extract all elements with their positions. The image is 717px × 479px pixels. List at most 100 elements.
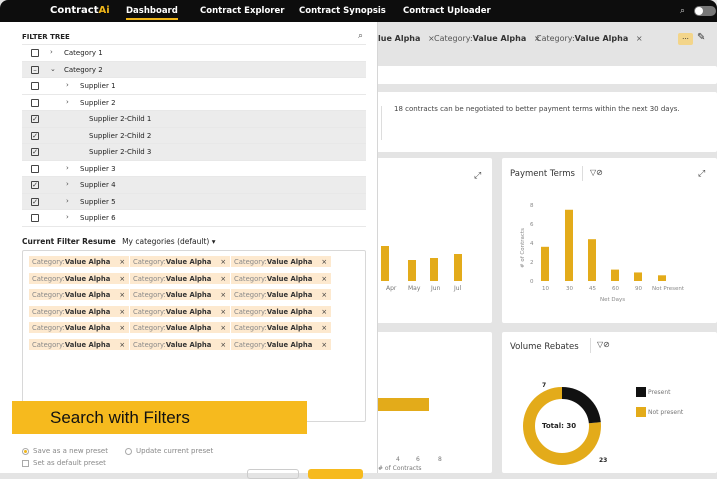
nav-contract-synopsis[interactable]: Contract Synopsis	[299, 6, 386, 16]
checkbox-icon[interactable]	[22, 459, 29, 467]
checkbox-icon[interactable]	[31, 214, 39, 222]
tree-row[interactable]: ✓ Supplier 2-Child 2	[22, 127, 366, 144]
search-icon[interactable]: ⌕	[680, 6, 685, 16]
tree-row[interactable]: › Supplier 6	[22, 210, 366, 227]
remove-chip-icon[interactable]: ×	[321, 291, 327, 299]
checkbox-icon[interactable]: ✓	[31, 148, 39, 156]
insight-text: 18 contracts can be negotiated to better…	[394, 105, 680, 113]
payment-terms-bar	[658, 275, 666, 281]
remove-chip-icon[interactable]: ×	[321, 324, 327, 332]
chevron-right-icon[interactable]: ›	[66, 180, 69, 188]
remove-chip-icon[interactable]: ×	[220, 275, 226, 283]
chevron-down-icon[interactable]: ⌄	[50, 65, 56, 73]
filter-chip[interactable]: Category:Value Alpha ×	[231, 338, 332, 350]
tree-row[interactable]: ✓ › Supplier 5	[22, 193, 366, 210]
tree-row[interactable]: ✓ › Supplier 4	[22, 177, 366, 194]
filter-chip[interactable]: Category:Value Alpha ×	[231, 256, 332, 267]
filter-chip[interactable]: Category:Value Alpha ×	[29, 256, 130, 267]
remove-chip-icon[interactable]: ×	[321, 258, 327, 266]
filter-chip[interactable]: Category:Value Alpha ×	[231, 305, 332, 317]
resume-label: Current Filter Resume	[22, 237, 116, 246]
filter-chip[interactable]: Category:Value Alpha ×	[29, 322, 130, 333]
remove-chip-icon[interactable]: ×	[119, 258, 125, 266]
cancel-button[interactable]	[247, 469, 299, 479]
tree-row[interactable]: › Supplier 3	[22, 161, 366, 177]
remove-chip-icon[interactable]: ×	[119, 308, 125, 316]
remove-chip-icon[interactable]: ×	[220, 258, 226, 266]
checkbox-icon[interactable]: –	[31, 65, 39, 74]
checkbox-icon[interactable]	[31, 49, 39, 57]
remove-chip-icon[interactable]: ×	[119, 291, 125, 299]
tree-row[interactable]: › Supplier 1	[22, 78, 366, 95]
chip-key: Category:	[133, 307, 166, 316]
chip-key: Category:	[133, 274, 166, 283]
chevron-right-icon[interactable]: ›	[50, 48, 53, 56]
checkbox-icon[interactable]	[31, 164, 39, 173]
set-default-option[interactable]: Set as default preset	[22, 459, 106, 467]
chevron-right-icon[interactable]: ›	[66, 213, 69, 221]
filter-chip[interactable]: Category:Value Alpha ×	[231, 322, 332, 333]
remove-chip-icon[interactable]: ×	[220, 308, 226, 316]
filter-chip[interactable]: Category:Value Alpha ×	[130, 305, 231, 317]
filter-chip[interactable]: Category:Value Alpha ×	[130, 272, 231, 284]
bg-chip[interactable]: Category:Value Alpha ×	[434, 34, 541, 43]
nav-dashboard[interactable]: Dashboard	[126, 6, 178, 20]
chip-key: Category:	[32, 274, 65, 283]
filter-chip[interactable]: Category:Value Alpha ×	[231, 272, 332, 284]
checkbox-icon[interactable]: ✓	[31, 197, 39, 206]
tree-row[interactable]: › Category 1	[22, 45, 366, 62]
checkbox-icon[interactable]: ✓	[31, 181, 39, 189]
filter-chip[interactable]: Category:Value Alpha ×	[130, 289, 231, 300]
checkbox-icon[interactable]	[31, 98, 39, 107]
remove-chip-icon[interactable]: ×	[321, 275, 327, 283]
theme-toggle[interactable]	[694, 6, 716, 16]
tree-row[interactable]: ✓ Supplier 2-Child 3	[22, 144, 366, 161]
filter-icon[interactable]: ▽⊘	[597, 340, 610, 349]
filter-chip[interactable]: Category:Value Alpha ×	[130, 256, 231, 267]
search-icon[interactable]: ⌕	[358, 31, 363, 41]
more-filters-button[interactable]: ...	[678, 33, 693, 45]
preset-dropdown[interactable]: My categories (default) ▾	[122, 237, 215, 246]
apply-button[interactable]	[308, 469, 363, 479]
remove-chip-icon[interactable]: ×	[119, 324, 125, 332]
remove-chip-icon[interactable]: ×	[220, 291, 226, 299]
filter-chip[interactable]: Category:Value Alpha ×	[29, 338, 130, 350]
update-preset-option[interactable]: Update current preset	[125, 447, 213, 455]
filter-resume-header: Current Filter Resume My categories (def…	[22, 237, 215, 246]
filter-chip[interactable]: Category:Value Alpha ×	[130, 338, 231, 350]
remove-chip-icon[interactable]: ×	[119, 341, 125, 349]
chevron-right-icon[interactable]: ›	[66, 81, 69, 89]
edit-icon[interactable]: ✎	[697, 32, 705, 43]
remove-chip-icon[interactable]: ×	[119, 275, 125, 283]
checkbox-icon[interactable]: ✓	[31, 115, 39, 123]
chevron-right-icon[interactable]: ›	[66, 98, 69, 106]
app-logo[interactable]: ContractAi	[50, 5, 110, 16]
chevron-right-icon[interactable]: ›	[66, 197, 69, 205]
checkbox-icon[interactable]	[31, 82, 39, 90]
filter-chip[interactable]: Category:Value Alpha ×	[29, 305, 130, 317]
bg-chip[interactable]: lue Alpha ×	[378, 34, 435, 43]
chart-bar	[378, 398, 429, 411]
tree-row[interactable]: › Supplier 2	[22, 95, 366, 111]
remove-chip-icon[interactable]: ×	[321, 341, 327, 349]
nav-contract-explorer[interactable]: Contract Explorer	[200, 6, 284, 16]
tree-item-label: Supplier 2-Child 2	[89, 131, 152, 140]
tree-row[interactable]: – ⌄ Category 2	[22, 61, 366, 78]
filter-chip[interactable]: Category:Value Alpha ×	[29, 272, 130, 284]
remove-chip-icon[interactable]: ×	[220, 341, 226, 349]
nav-contract-uploader[interactable]: Contract Uploader	[403, 6, 491, 16]
filter-chip[interactable]: Category:Value Alpha ×	[130, 322, 231, 333]
checkbox-icon[interactable]: ✓	[31, 131, 39, 140]
radio-icon[interactable]	[22, 447, 29, 455]
remove-chip-icon[interactable]: ×	[220, 324, 226, 332]
bg-chip[interactable]: Category:Value Alpha ×	[536, 34, 643, 43]
expand-icon[interactable]: ⤢	[474, 170, 481, 181]
tree-row[interactable]: ✓ Supplier 2-Child 1	[22, 111, 366, 128]
chevron-right-icon[interactable]: ›	[66, 164, 69, 172]
remove-chip-icon[interactable]: ×	[321, 308, 327, 316]
chip-key: Category:	[234, 340, 267, 349]
filter-chip[interactable]: Category:Value Alpha ×	[231, 289, 332, 300]
save-new-preset-option[interactable]: Save as a new preset	[22, 447, 108, 455]
filter-chip[interactable]: Category:Value Alpha ×	[29, 289, 130, 300]
radio-icon[interactable]	[125, 447, 132, 455]
